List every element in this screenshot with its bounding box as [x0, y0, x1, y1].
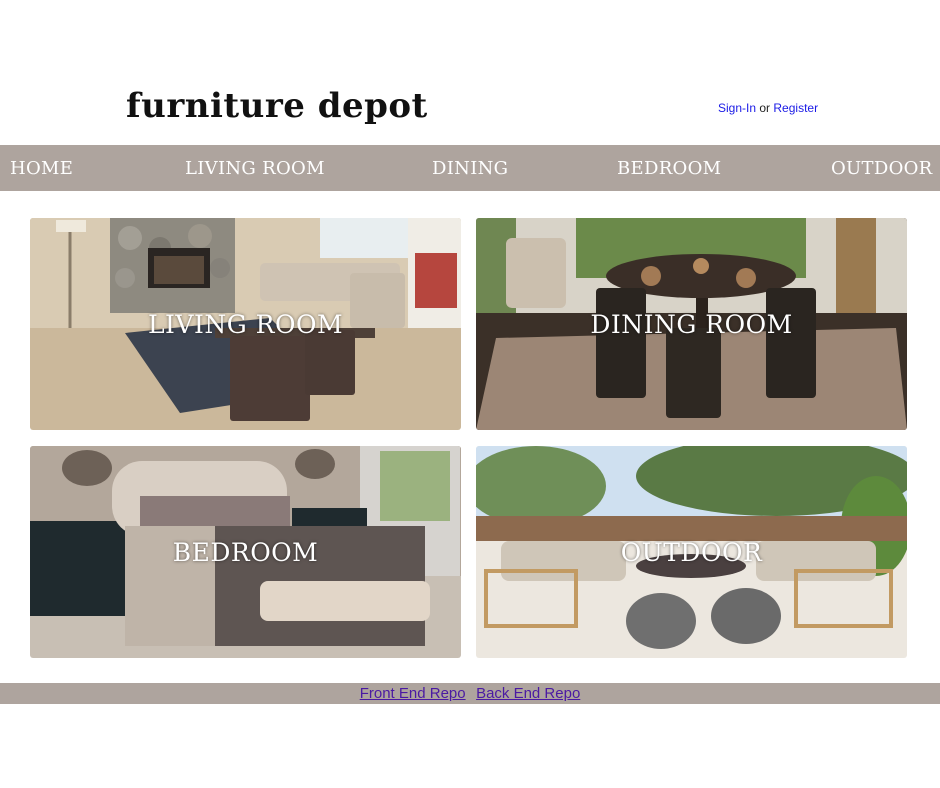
category-card-living-room[interactable]: LIVING ROOM [30, 218, 461, 430]
nav-bedroom[interactable]: BEDROOM [617, 158, 721, 179]
front-end-repo-link[interactable]: Front End Repo [360, 685, 466, 702]
category-card-bedroom[interactable]: BEDROOM [30, 446, 461, 658]
auth-links: Sign-In or Register [718, 101, 818, 115]
sign-in-link[interactable]: Sign-In [718, 101, 756, 115]
category-title-dining-room: DINING ROOM [590, 310, 793, 339]
auth-separator: or [759, 101, 771, 115]
nav-outdoor[interactable]: OUTDOOR [831, 158, 933, 179]
nav-dining[interactable]: DINING [432, 158, 508, 179]
nav-living-room[interactable]: LIVING ROOM [185, 158, 325, 179]
main-nav: HOME LIVING ROOM DINING BEDROOM OUTDOOR [0, 145, 940, 191]
register-link[interactable]: Register [773, 101, 818, 115]
footer: Front End Repo Back End Repo [0, 683, 940, 704]
nav-home[interactable]: HOME [10, 158, 73, 179]
site-logo[interactable]: furniture depot [126, 86, 428, 126]
category-title-living-room: LIVING ROOM [147, 310, 344, 339]
back-end-repo-link[interactable]: Back End Repo [476, 685, 580, 702]
category-card-dining-room[interactable]: DINING ROOM [476, 218, 907, 430]
category-title-outdoor: OUTDOOR [620, 538, 763, 567]
category-title-bedroom: BEDROOM [172, 538, 319, 567]
category-card-outdoor[interactable]: OUTDOOR [476, 446, 907, 658]
